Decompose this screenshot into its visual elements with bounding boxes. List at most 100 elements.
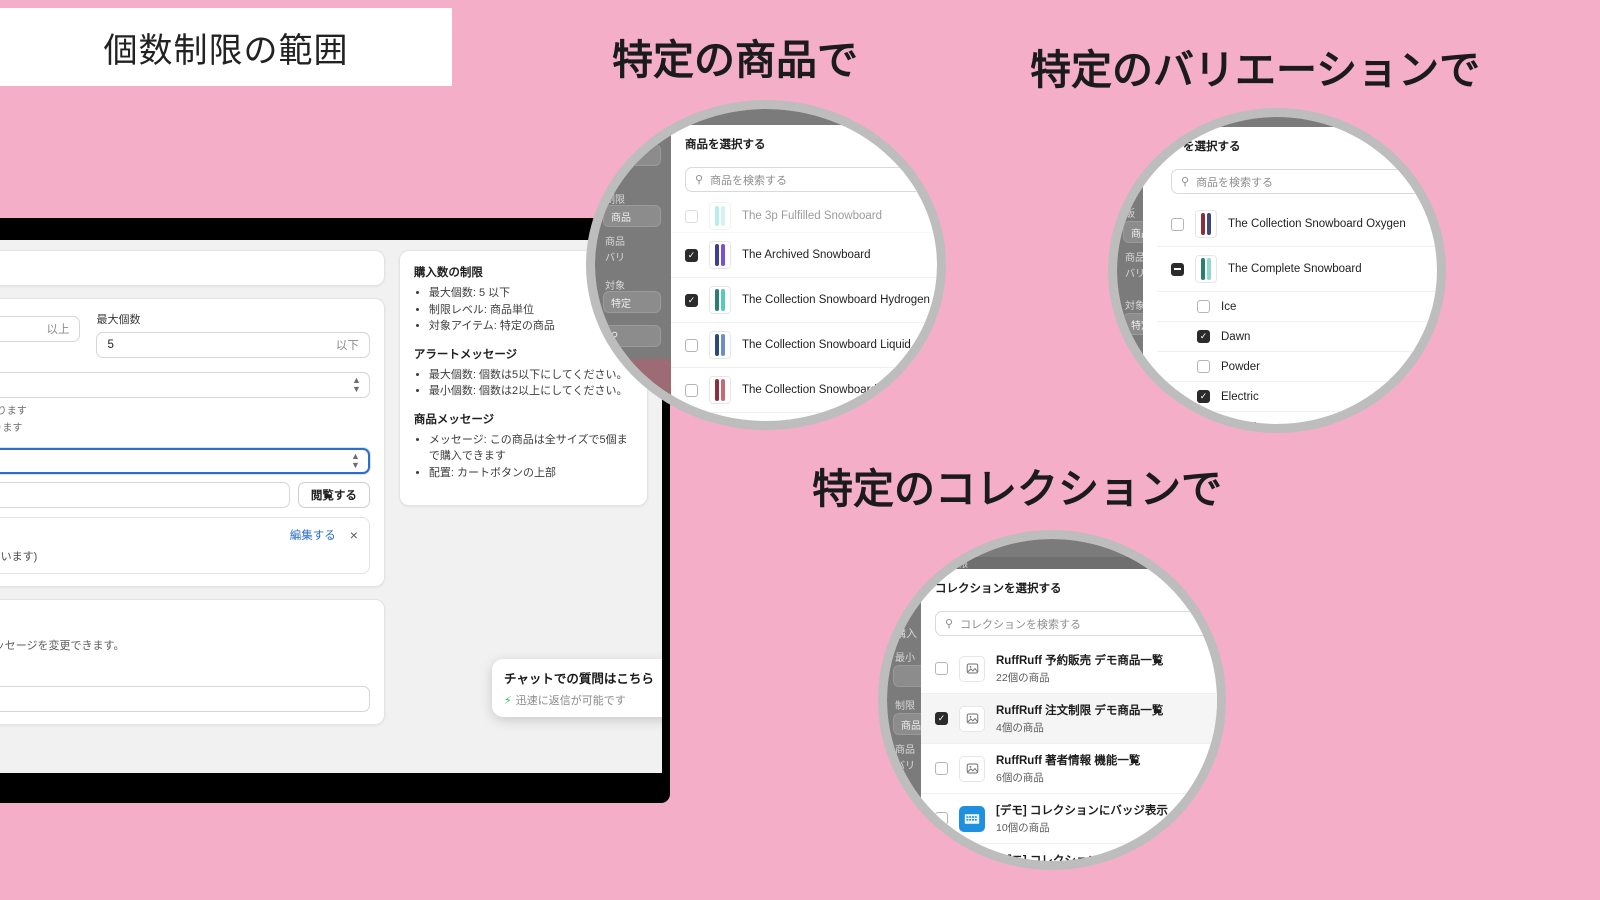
alert-message-input[interactable]: してください。: [0, 686, 370, 712]
chat-subtitle-row: ⚡ 迅速に返信が可能です: [504, 692, 662, 708]
product-thumbnail: [1195, 255, 1217, 283]
checkbox[interactable]: ✓: [685, 248, 698, 262]
table-row[interactable]: The Collection Snowboard Oxygen: [671, 368, 937, 413]
checkbox[interactable]: [685, 209, 698, 223]
table-row[interactable]: Powder: [1157, 352, 1437, 382]
table-row[interactable]: ✓ The Collection Snowboard Hydrogen 99: [671, 278, 937, 323]
heading-specific-variation: 特定のバリエーションで: [1030, 47, 1481, 93]
behind-label-4: 対象: [605, 281, 625, 292]
table-row[interactable]: Sunset: [1157, 412, 1437, 424]
target-item-select[interactable]: ▲ ▼: [0, 448, 370, 474]
behind-label-5: バリ: [895, 761, 915, 772]
table-row-partial: [671, 413, 937, 421]
checkbox[interactable]: [1197, 300, 1210, 313]
product-select-modal: 商品を選択する ⚲ 商品を検索する The 3p Fulfilled Snowb…: [671, 125, 937, 421]
min-quantity-field: 以上: [0, 311, 81, 358]
product-modal-search[interactable]: ⚲ 商品を検索する: [685, 167, 937, 192]
collection-text: [デモ] コレクションにバッジ表示 10個の商品: [996, 802, 1168, 835]
checkbox[interactable]: [1197, 420, 1210, 424]
checkbox[interactable]: [1171, 217, 1184, 231]
max-quantity-label: 最大個数: [96, 314, 141, 326]
chat-title: チャットでの質問はこちら: [504, 672, 654, 686]
limit-level-hint-1: 全バリエーションの合計数が制限対象になります: [0, 406, 27, 417]
close-icon[interactable]: ×: [350, 527, 358, 543]
callout-product: 制限 商品 商品 バリ 対象 特定 ⚲ 商品を選択する ⚲ 商品を検索する Th…: [586, 100, 946, 430]
quantity-limit-card: 以上 最大個数 5 以下 ▲ ▼ ります ます ▲ ▼ 閲覧する います) 編集…: [0, 298, 385, 587]
collection-text: [デモ] コレクションにバッジ表示（ラベル形 10個の商品: [996, 852, 1217, 861]
collection-name: RuffRuff 著者情報 機能一覧: [996, 755, 1141, 767]
table-row[interactable]: The Complete Snowboard: [1157, 247, 1437, 292]
checkbox[interactable]: ✓: [1197, 330, 1210, 343]
checkbox[interactable]: [935, 662, 948, 675]
table-row[interactable]: Ice 2: [1157, 292, 1437, 322]
max-quantity-suffix: 以下: [335, 340, 359, 352]
collection-text: RuffRuff 予約販売 デモ商品一覧 22個の商品: [996, 652, 1163, 685]
variant-name: Dawn: [1221, 330, 1251, 343]
product-name: The Collection Snowboard Hydrogen: [742, 294, 930, 306]
callout-collection: 購入 最小 制限 商品 商品 バリ 数制限 コレクションを選択する ⚲ コレクシ…: [878, 530, 1226, 870]
table-row[interactable]: The Collection Snowboard Liquid: [671, 323, 937, 368]
checkbox[interactable]: [935, 762, 948, 775]
behind-label-3: 制限: [895, 701, 915, 712]
checkbox[interactable]: ✓: [935, 712, 948, 725]
edit-link[interactable]: 編集する: [290, 527, 336, 543]
product-thumbnail: [1195, 210, 1217, 238]
table-row[interactable]: ✓ The Archived Snowboard 10: [671, 233, 937, 278]
checkbox[interactable]: [1197, 360, 1210, 373]
list-item[interactable]: RuffRuff 著者情報 機能一覧 6個の商品: [921, 744, 1217, 794]
max-quantity-input[interactable]: 5 以下: [96, 332, 370, 358]
bolt-icon: ⚡: [504, 694, 512, 707]
list-item[interactable]: RuffRuff 予約販売 デモ商品一覧 22個の商品: [921, 644, 1217, 694]
image-placeholder-icon: [959, 705, 985, 732]
admin-app: じ、カスタマーには表示されません。 以上: [0, 240, 662, 773]
table-row[interactable]: ✓ Dawn 2: [1157, 322, 1437, 352]
product-modal-title: 商品を選択する: [685, 139, 766, 151]
collection-modal-search[interactable]: ⚲ コレクションを検索する: [935, 611, 1217, 636]
min-quantity-suffix: 以上: [46, 324, 70, 336]
table-row[interactable]: The 3p Fulfilled Snowboard: [671, 200, 937, 233]
behind-label-1: 購入: [895, 628, 917, 640]
checkbox[interactable]: [685, 338, 698, 352]
collection-count: 22個の商品: [996, 672, 1050, 684]
checkbox-indeterminate[interactable]: [1171, 262, 1184, 276]
collection-text: RuffRuff 著者情報 機能一覧 6個の商品: [996, 752, 1140, 785]
search-icon-behind: ⚲: [611, 330, 619, 342]
variant-name: Powder: [1221, 360, 1260, 373]
behind-field-2-text: 商品: [901, 720, 921, 732]
settings-column: じ、カスタマーには表示されません。 以上: [0, 250, 385, 763]
collection-modal-search-placeholder: コレクションを検索する: [960, 618, 1082, 631]
checkbox[interactable]: ✓: [685, 293, 698, 307]
variant-name: Ice: [1221, 300, 1237, 313]
table-row[interactable]: ✓ Electric: [1157, 382, 1437, 412]
checkbox[interactable]: [685, 383, 698, 397]
callout-variation-inner: 販 商品 商品 バリ 対象 特定 を選択する ⚲ 商品を検索する The Col…: [1117, 117, 1437, 424]
image-placeholder-icon: [959, 755, 985, 782]
product-name: The Complete Snowboard: [1228, 263, 1362, 275]
checkbox[interactable]: ✓: [1197, 390, 1210, 403]
list-item[interactable]: ✓ RuffRuff 注文制限 デモ商品一覧 4個の商品: [921, 694, 1217, 744]
product-search-input[interactable]: する: [0, 482, 290, 508]
collection-count: 6個の商品: [996, 772, 1044, 784]
list-item[interactable]: [デモ] コレクションにバッジ表示（ラベル形 10個の商品: [921, 844, 1217, 861]
variation-modal-list: The Collection Snowboard Oxygen The Comp…: [1143, 202, 1437, 424]
limit-level-select[interactable]: ▲ ▼: [0, 372, 370, 398]
variation-modal-search-placeholder: 商品を検索する: [1196, 176, 1274, 189]
checkbox[interactable]: [935, 812, 948, 825]
callout-product-inner: 制限 商品 商品 バリ 対象 特定 ⚲ 商品を選択する ⚲ 商品を検索する Th…: [595, 109, 937, 421]
product-name: The Collection Snowboard Oxygen: [1228, 218, 1406, 230]
chat-widget[interactable]: チャットでの質問はこちら ⚡ 迅速に返信が可能です: [492, 659, 662, 717]
search-icon: ⚲: [945, 618, 954, 630]
search-icon: ⚲: [695, 174, 704, 186]
variation-modal-search[interactable]: ⚲ 商品を検索する: [1171, 169, 1437, 194]
product-name: The Archived Snowboard: [742, 249, 871, 261]
collection-name: [デモ] コレクションにバッジ表示: [996, 805, 1168, 817]
min-quantity-input[interactable]: 以上: [0, 316, 81, 342]
behind-label-1: 制限: [605, 195, 625, 206]
table-row[interactable]: The Collection Snowboard Oxygen: [1157, 202, 1437, 247]
list-item[interactable]: [デモ] コレクションにバッジ表示 10個の商品: [921, 794, 1217, 844]
behind-label-1: 販: [1125, 209, 1135, 220]
browse-button[interactable]: 閲覧する: [297, 482, 370, 508]
behind-field-4: ⚲: [603, 325, 661, 347]
collection-count: 4個の商品: [996, 722, 1044, 734]
chat-subtitle: 迅速に返信が可能です: [515, 695, 626, 707]
